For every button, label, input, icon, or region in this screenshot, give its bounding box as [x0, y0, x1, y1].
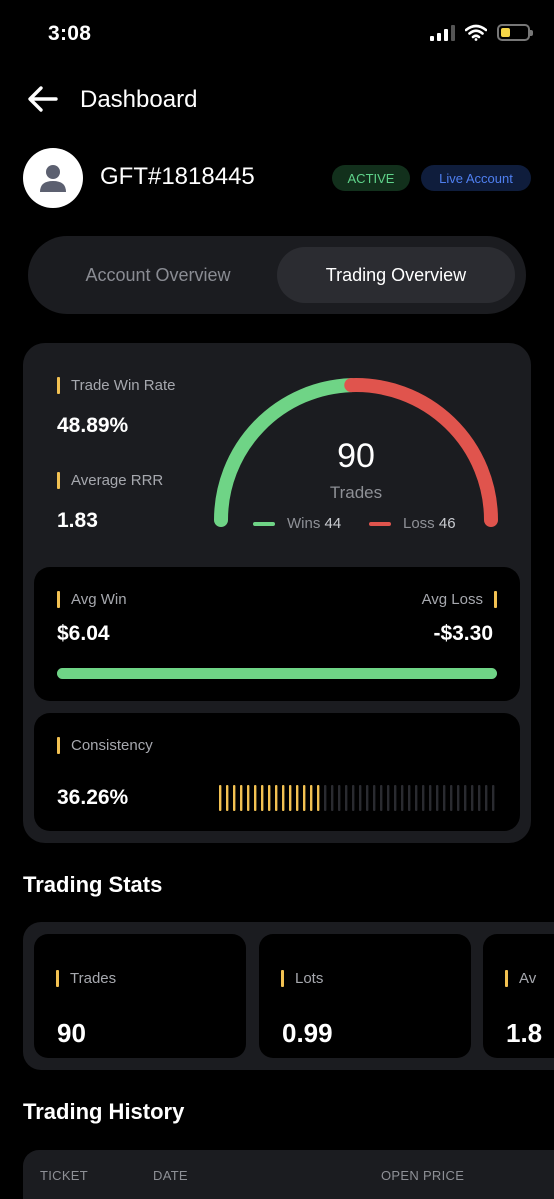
gauge-total-label: Trades: [329, 483, 383, 502]
consistency-tick: [450, 785, 453, 811]
label-accent-bar: [281, 970, 284, 987]
legend-wins: Wins 44: [253, 515, 341, 532]
consistency-tick: [310, 785, 313, 811]
consistency-tick: [464, 785, 467, 811]
account-type-badge: Live Account: [421, 165, 531, 191]
avatar: [23, 148, 83, 208]
stat-card-partial: Av 1.8: [483, 934, 554, 1058]
avg-win-loss-bar: [57, 668, 497, 679]
column-header-ticket: TICKET: [40, 1168, 89, 1183]
stat-label: Trades: [56, 970, 116, 987]
consistency-meter: [219, 785, 495, 811]
trading-stats-carousel[interactable]: Trades 90 Lots 0.99 Av 1.8: [23, 922, 554, 1070]
overview-tabs: Account Overview Trading Overview: [28, 236, 526, 314]
consistency-value: 36.26%: [57, 786, 129, 809]
wifi-icon: [465, 24, 487, 41]
status-time: 3:08: [48, 22, 92, 45]
consistency-tick: [317, 785, 320, 811]
avg-win-value: $6.04: [57, 622, 110, 645]
account-id: GFT#1818445: [100, 163, 255, 190]
consistency-tick: [387, 785, 390, 811]
consistency-tick: [303, 785, 306, 811]
user-icon: [40, 165, 66, 192]
consistency-tick: [492, 785, 495, 811]
stat-label: Av: [505, 970, 536, 987]
label-accent-bar: [57, 591, 60, 608]
column-header-open-price: OPEN PRICE: [381, 1168, 465, 1183]
consistency-panel: [34, 713, 520, 831]
signal-icon: [430, 24, 455, 41]
label-accent-bar: [57, 737, 60, 754]
label-accent-bar: [494, 591, 497, 608]
consistency-tick: [219, 785, 222, 811]
rrr-label: Average RRR: [57, 472, 163, 489]
label-accent-bar: [505, 970, 508, 987]
label-accent-bar: [56, 970, 59, 987]
consistency-tick: [366, 785, 369, 811]
legend-loss-swatch: [369, 521, 391, 526]
consistency-tick: [471, 785, 474, 811]
consistency-tick: [401, 785, 404, 811]
consistency-tick: [345, 785, 348, 811]
consistency-tick: [436, 785, 439, 811]
stat-value: 0.99: [282, 1018, 333, 1048]
consistency-tick: [338, 785, 341, 811]
consistency-tick: [422, 785, 425, 811]
column-header-date: DATE: [153, 1168, 188, 1183]
consistency-tick: [380, 785, 383, 811]
consistency-tick: [408, 785, 411, 811]
consistency-tick: [429, 785, 432, 811]
legend-loss: Loss 46: [369, 515, 456, 532]
consistency-tick: [289, 785, 292, 811]
page-title: Dashboard: [80, 86, 198, 113]
avg-loss-label: Avg Loss: [422, 591, 497, 608]
trading-history-title: Trading History: [23, 1099, 185, 1124]
battery-icon: [497, 24, 533, 41]
rrr-value: 1.83: [57, 509, 98, 532]
consistency-tick: [359, 785, 362, 811]
consistency-tick: [254, 785, 257, 811]
tab-account-overview[interactable]: Account Overview: [39, 247, 277, 303]
stat-value: 90: [57, 1018, 86, 1048]
consistency-tick: [443, 785, 446, 811]
status-badge: ACTIVE: [332, 165, 410, 191]
consistency-tick: [296, 785, 299, 811]
label-accent-bar: [57, 377, 60, 394]
consistency-tick: [275, 785, 278, 811]
consistency-tick: [240, 785, 243, 811]
consistency-tick: [478, 785, 481, 811]
consistency-tick: [331, 785, 334, 811]
consistency-tick: [226, 785, 229, 811]
stat-label: Lots: [281, 970, 323, 987]
legend-wins-swatch: [253, 521, 275, 526]
consistency-tick: [324, 785, 327, 811]
consistency-tick: [394, 785, 397, 811]
label-accent-bar: [57, 472, 60, 489]
trading-history-table: TICKET DATE OPEN PRICE: [23, 1150, 554, 1199]
consistency-tick: [352, 785, 355, 811]
consistency-tick: [282, 785, 285, 811]
stat-card-lots: Lots 0.99: [259, 934, 471, 1058]
consistency-label: Consistency: [57, 737, 153, 754]
status-icons: [430, 24, 533, 41]
consistency-tick: [233, 785, 236, 811]
consistency-tick: [485, 785, 488, 811]
consistency-tick: [457, 785, 460, 811]
consistency-tick: [247, 785, 250, 811]
consistency-tick: [415, 785, 418, 811]
stat-value: 1.8: [506, 1018, 543, 1048]
back-arrow-icon[interactable]: [26, 84, 60, 114]
consistency-tick: [373, 785, 376, 811]
consistency-tick: [261, 785, 264, 811]
consistency-tick: [268, 785, 271, 811]
avg-win-bar-fill: [57, 668, 497, 679]
win-rate-value: 48.89%: [57, 414, 129, 437]
avg-loss-value: -$3.30: [433, 622, 493, 645]
tab-trading-overview[interactable]: Trading Overview: [277, 247, 515, 303]
trading-stats-title: Trading Stats: [23, 872, 163, 897]
avg-win-label: Avg Win: [57, 591, 127, 608]
win-rate-label: Trade Win Rate: [57, 377, 175, 394]
gauge-total: 90: [337, 437, 375, 475]
stat-card-trades: Trades 90: [34, 934, 246, 1058]
